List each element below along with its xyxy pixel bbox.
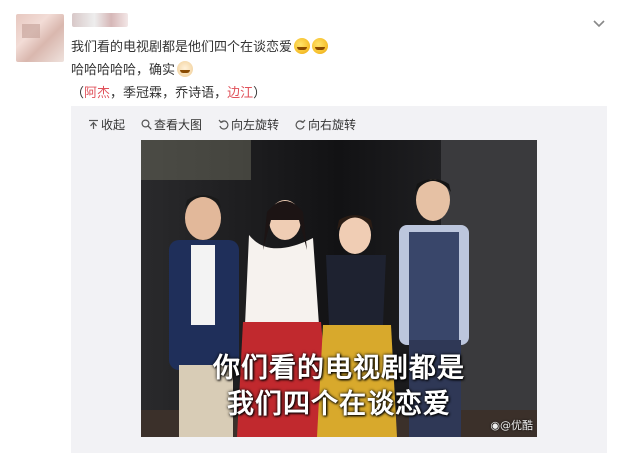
mention-text: 季冠霖 xyxy=(123,86,163,101)
collapse-icon xyxy=(89,119,98,129)
rotate-left-icon xyxy=(218,119,229,130)
photo-caption-line1: 你们看的电视剧都是 xyxy=(213,353,465,384)
mention-text: 乔诗语 xyxy=(175,86,215,101)
mentions-line: （阿杰，季冠霖，乔诗语，边江） xyxy=(71,82,266,101)
rotate-right-icon xyxy=(295,119,306,130)
rotate-right-button[interactable]: 向右旋转 xyxy=(295,116,356,133)
post-photo[interactable]: 你们看的电视剧都是 我们四个在谈恋爱 ◉@优酷 xyxy=(141,140,537,437)
magnifier-icon xyxy=(141,118,152,130)
post-text-line1: 我们看的电视剧都是他们四个在谈恋爱 xyxy=(71,36,329,55)
view-large-label: 查看大图 xyxy=(154,117,203,132)
photo-watermark: ◉@优酷 xyxy=(490,417,533,433)
rotate-left-label: 向左旋转 xyxy=(231,117,280,132)
collapse-button[interactable]: 收起 xyxy=(88,116,125,133)
media-box: 收起 查看大图 向左旋转 向右旋转 你们看的电视剧都是 我们四个在谈恋爱 ◉@优… xyxy=(71,106,607,453)
separator: ， xyxy=(162,86,176,101)
paren-close: ） xyxy=(253,86,267,101)
watermark-text: @优酷 xyxy=(500,419,533,432)
emoji-icon xyxy=(294,38,311,54)
separator: ， xyxy=(214,86,228,101)
emoji-icon xyxy=(177,61,194,77)
mention-link[interactable]: 阿杰 xyxy=(84,86,110,101)
emoji-icon xyxy=(312,38,329,54)
rotate-left-button[interactable]: 向左旋转 xyxy=(218,116,279,133)
post-text: 我们看的电视剧都是他们四个在谈恋爱 xyxy=(71,40,293,55)
post-text: 哈哈哈哈哈，确实 xyxy=(71,63,176,78)
photo-caption-line2: 我们四个在谈恋爱 xyxy=(227,389,451,420)
paren-open: （ xyxy=(71,86,85,101)
view-large-button[interactable]: 查看大图 xyxy=(141,116,202,133)
mention-link[interactable]: 边江 xyxy=(227,86,253,101)
rotate-right-label: 向右旋转 xyxy=(308,117,357,132)
collapse-label: 收起 xyxy=(101,117,126,132)
separator: ， xyxy=(110,86,124,101)
post-text-line2: 哈哈哈哈哈，确实 xyxy=(71,59,194,78)
media-toolbar: 收起 查看大图 向左旋转 向右旋转 xyxy=(88,115,356,133)
avatar[interactable] xyxy=(16,14,64,62)
username-blurred[interactable] xyxy=(72,13,128,27)
chevron-down-icon[interactable] xyxy=(590,14,608,32)
weibo-logo-icon: ◉ xyxy=(490,419,500,432)
